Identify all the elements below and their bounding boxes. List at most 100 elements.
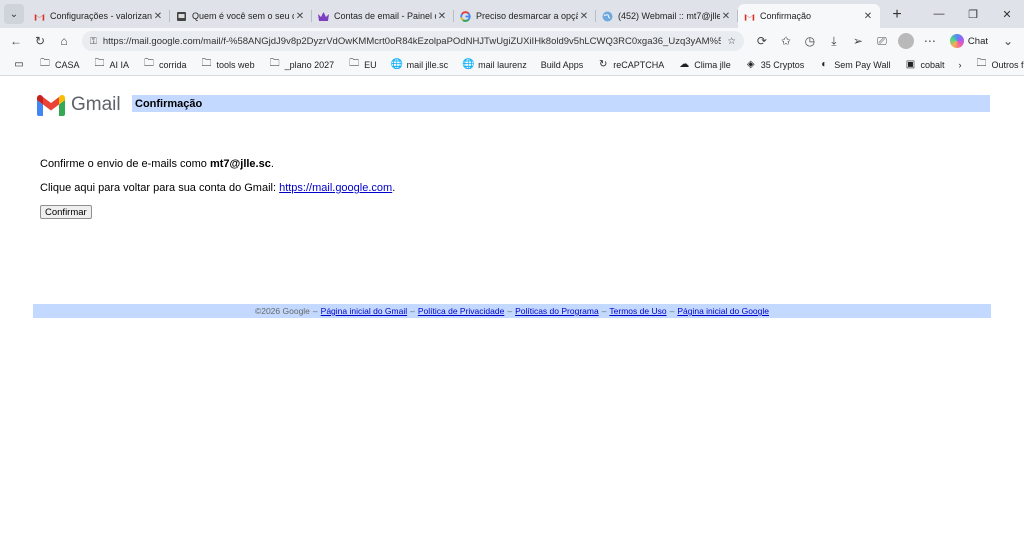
close-tab-icon[interactable]: ✕ (436, 11, 448, 22)
close-tab-icon[interactable]: ✕ (152, 11, 164, 22)
chevron-down-icon[interactable]: ⌄ (996, 30, 1020, 52)
bookmark-item[interactable]: 🗀 _plano 2027 (262, 56, 342, 74)
folder-icon: 🗀 (201, 58, 212, 69)
chat-button[interactable]: Chat (942, 31, 996, 51)
back-button[interactable]: ← (4, 30, 28, 52)
tab-contas-email[interactable]: Contas de email - Painel de C ✕ (312, 4, 454, 28)
bookmark-label: CASA (55, 59, 80, 70)
footer-separator: – (601, 306, 607, 316)
tab-title: Preciso desmarcar a opção "T (476, 11, 578, 21)
bookmark-item[interactable]: 🗀 tools web (194, 56, 262, 74)
bookmark-label: cobalt (920, 59, 945, 70)
bookmark-item[interactable]: 🗀 corrida (136, 56, 194, 74)
bookmark-item[interactable]: ▣ cobalt (897, 56, 951, 74)
bookmark-item[interactable]: 🗀 EU (341, 56, 384, 74)
reload-icon: ↻ (34, 34, 46, 48)
bookmark-item[interactable]: 🗀 AI IA (87, 56, 137, 74)
bookmark-label: mail jlle.sc (406, 59, 449, 70)
more-menu-icon[interactable]: ⋯ (918, 30, 942, 52)
bookmark-item[interactable]: ◈ 35 Cryptos (738, 56, 812, 74)
window-controls: — ❐ ✕ (922, 0, 1024, 28)
extension-icon[interactable]: ⟳ (750, 30, 774, 52)
globe-icon: 🌐 (390, 59, 404, 70)
footer-link[interactable]: Página inicial do Gmail (321, 306, 407, 316)
footer-separator: – (410, 306, 415, 316)
other-favorites[interactable]: 🗀 Outros favoritos (969, 56, 1024, 74)
bookmark-item[interactable]: ↻ reCAPTCHA (590, 56, 671, 74)
tab-configuracoes[interactable]: Configurações - valorizandon ✕ (28, 4, 170, 28)
close-tab-icon[interactable]: ✕ (862, 11, 874, 22)
gmail-logo[interactable]: Gmail (37, 94, 121, 116)
tab-title: (452) Webmail :: mt7@jlle.sc (618, 11, 720, 21)
bookmark-label: Clima jlle (694, 59, 731, 70)
close-tab-icon[interactable]: ✕ (578, 11, 590, 22)
tab-preciso-desmarcar[interactable]: Preciso desmarcar a opção "T ✕ (454, 4, 596, 28)
copilot-icon (949, 34, 964, 48)
crown-icon (318, 11, 329, 22)
bookmark-item[interactable]: 🗀 CASA (32, 56, 87, 74)
folder-icon: 🗀 (144, 58, 155, 69)
close-window-icon[interactable]: ✕ (990, 0, 1024, 28)
home-icon: ⌂ (60, 34, 68, 48)
new-tab-button[interactable]: + (886, 4, 908, 26)
other-favorites-label: Outros favoritos (991, 59, 1024, 70)
bookmark-item[interactable]: ◐ Sem Pay Wall (811, 56, 897, 74)
tab-search-button[interactable]: ⌄ (4, 4, 24, 24)
send-icon[interactable]: ➢ (846, 30, 870, 52)
confirm-suffix: . (270, 158, 274, 170)
cobalt-icon: ▣ (905, 59, 916, 70)
tab-confirmacao[interactable]: Confirmação ✕ (738, 4, 880, 28)
back-prefix: Clique aqui para voltar para sua conta d… (40, 182, 280, 194)
bookmarks-overflow-button[interactable]: › (952, 56, 969, 74)
bookmark-item[interactable]: Build Apps (534, 56, 591, 74)
gmail-icon (744, 11, 755, 22)
gmail-m-icon (37, 94, 65, 116)
avatar[interactable] (897, 33, 914, 49)
bookmark-item[interactable]: 🌐 mail laurenz (455, 56, 534, 74)
download-icon[interactable]: ⤓ (822, 30, 846, 52)
close-tab-icon[interactable]: ✕ (294, 11, 306, 22)
favorites-icon[interactable]: ✩ (774, 30, 798, 52)
screenshot-icon[interactable]: ⎚ (870, 30, 894, 52)
reading-list-button[interactable]: ▭ (6, 56, 32, 74)
back-message: Clique aqui para voltar para sua conta d… (40, 182, 395, 194)
footer-link[interactable]: Política de Privacidade (418, 306, 504, 316)
tab-webmail[interactable]: (452) Webmail :: mt7@jlle.sc ✕ (596, 4, 738, 28)
bookmark-item[interactable]: ☁ Clima jlle (671, 56, 738, 74)
bookmarks-bar: ▭ 🗀 CASA 🗀 AI IA 🗀 corrida 🗀 tools web 🗀 _plano 20… (0, 54, 1024, 76)
gmail-link[interactable]: https://mail.google.com (279, 182, 392, 194)
site-info-icon[interactable]: ⚿ (90, 36, 97, 47)
footer-link[interactable]: Página inicial do Google (677, 306, 769, 316)
history-icon[interactable]: ◷ (798, 30, 822, 52)
bookmark-label: 35 Cryptos (760, 59, 805, 70)
google-icon (460, 10, 471, 22)
gmail-confirmation-page: Gmail Confirmação Confirme o envio de e-… (0, 76, 1024, 544)
tab-title: Contas de email - Painel de C (334, 11, 436, 21)
tab-title: Configurações - valorizandon (50, 11, 152, 21)
bookmark-label: tools web (216, 59, 255, 70)
confirm-email: mt7@jlle.sc (209, 158, 271, 170)
bookmark-item[interactable]: 🌐 mail jlle.sc (384, 56, 456, 74)
browser-toolbar: ← ↻ ⌂ ⚿ https://mail.google.com/mail/f-%… (0, 28, 1024, 54)
footer-link[interactable]: Termos de Uso (609, 306, 666, 316)
back-suffix: . (392, 182, 396, 194)
bookmark-label: Build Apps (540, 59, 584, 70)
confirm-prefix: Confirme o envio de e-mails como (40, 158, 210, 170)
gmail-wordmark: Gmail (71, 94, 121, 115)
confirm-button[interactable]: Confirmar (40, 205, 92, 219)
minimize-icon[interactable]: — (922, 0, 956, 28)
reload-button[interactable]: ↻ (28, 30, 52, 52)
chat-label: Chat (967, 35, 988, 47)
folder-icon: 🗀 (976, 58, 987, 69)
footer-link[interactable]: Políticas do Programa (515, 306, 599, 316)
bookmark-label: corrida (159, 59, 187, 70)
close-tab-icon[interactable]: ✕ (720, 11, 732, 22)
home-button[interactable]: ⌂ (52, 30, 76, 52)
tab-title: Quem é você sem o seu cargo (192, 11, 294, 21)
url-text: https://mail.google.com/mail/f-%58ANGjdJ… (102, 35, 722, 47)
chevron-right-icon: › (958, 59, 962, 70)
tab-quem-e-voce[interactable]: Quem é você sem o seu cargo ✕ (170, 4, 312, 28)
address-bar[interactable]: ⚿ https://mail.google.com/mail/f-%58ANGj… (82, 31, 744, 51)
restore-icon[interactable]: ❐ (956, 0, 990, 28)
star-icon[interactable]: ☆ (727, 36, 736, 47)
